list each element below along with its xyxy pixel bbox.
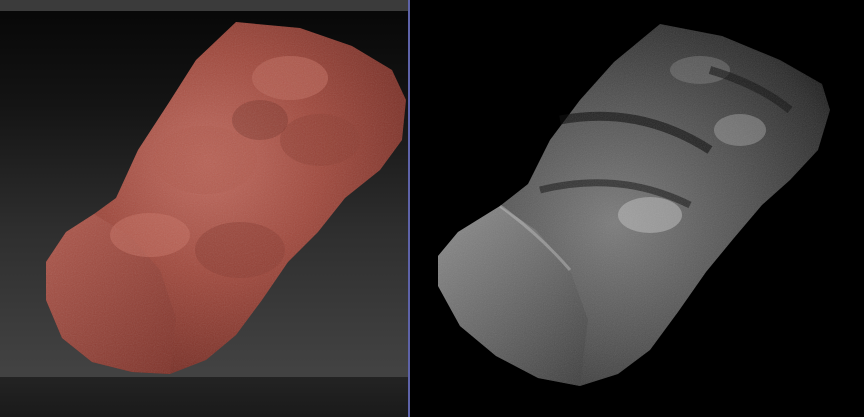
sculpt-viewport[interactable] xyxy=(0,0,408,417)
render-viewport[interactable] xyxy=(410,0,864,417)
rock-model-sculpt[interactable] xyxy=(0,0,408,417)
app-window xyxy=(0,0,864,417)
rock-model-grayscale[interactable] xyxy=(410,0,864,417)
